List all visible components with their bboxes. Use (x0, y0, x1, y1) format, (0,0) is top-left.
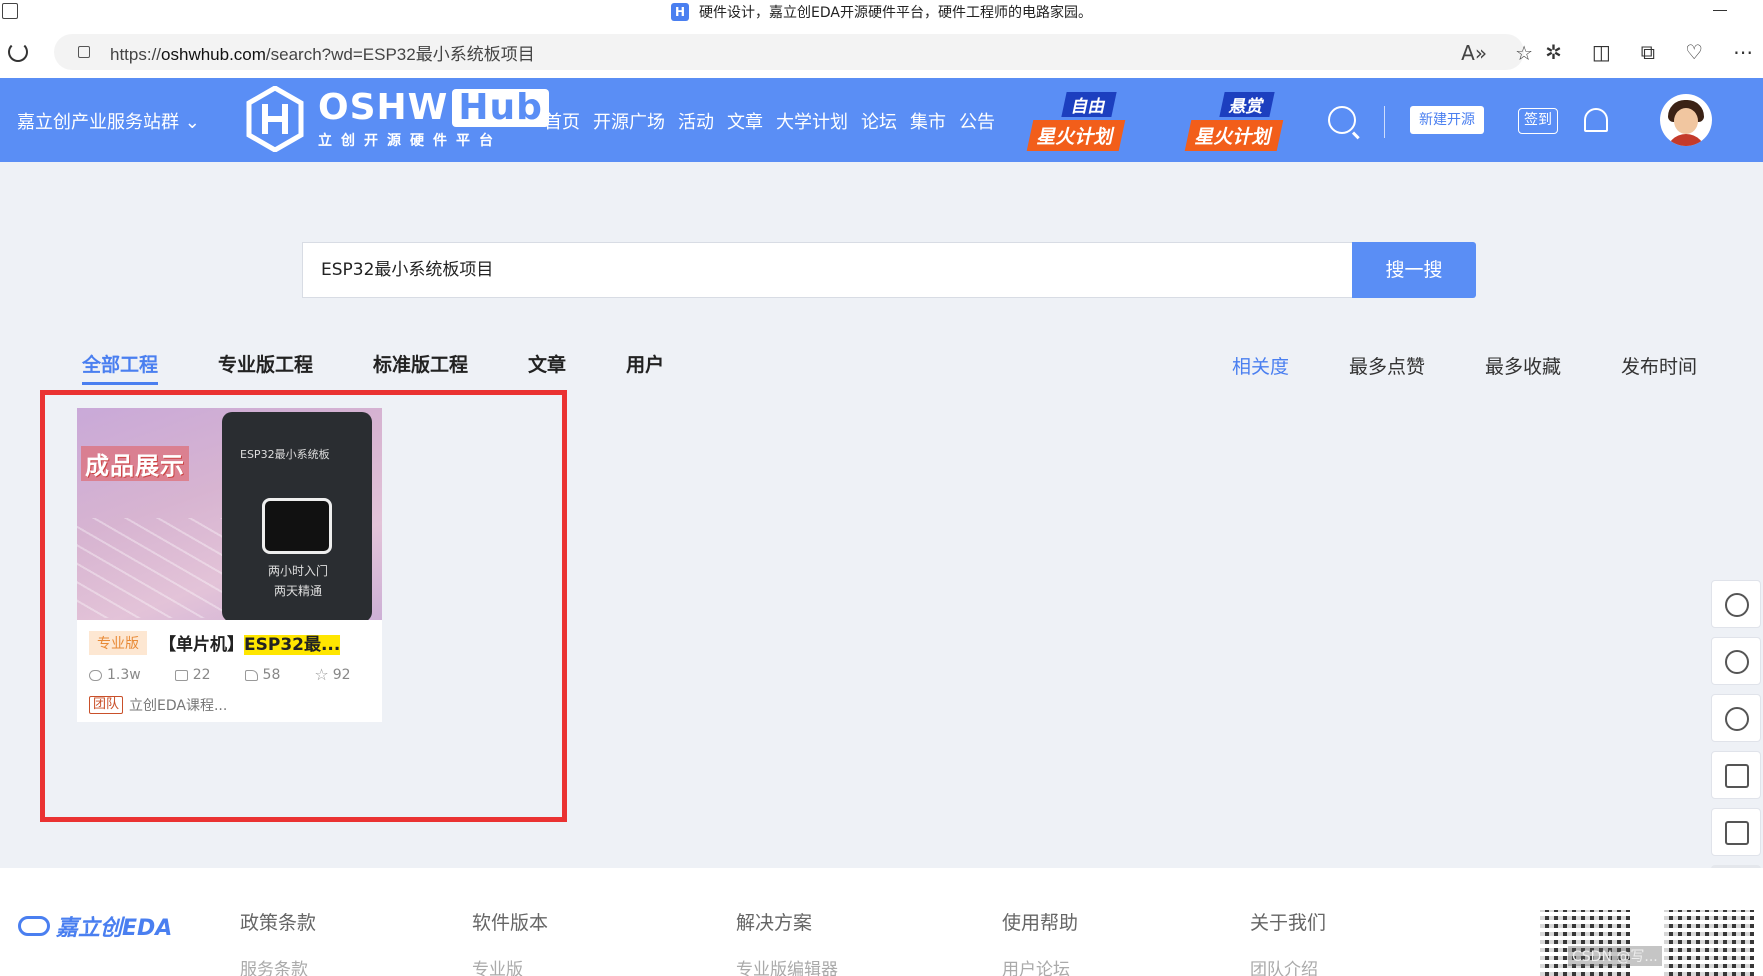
edit-icon (1725, 821, 1749, 845)
result-type-tabs: 全部工程 专业版工程 标准版工程 文章 用户 (82, 350, 724, 385)
chat-tool-button[interactable] (1711, 694, 1761, 742)
tab-pro-projects[interactable]: 专业版工程 (218, 350, 313, 385)
tab-actions-icon[interactable] (2, 3, 18, 19)
split-screen-icon[interactable]: ◫ (1592, 40, 1611, 64)
qr-code-icon (1540, 910, 1630, 976)
nav-activities[interactable]: 活动 (678, 108, 714, 134)
reload-icon[interactable] (8, 42, 28, 62)
sort-most-favorites[interactable]: 最多收藏 (1485, 352, 1561, 379)
thumbnail-banner: 成品展示 (81, 446, 189, 481)
qr-code-icon (1664, 910, 1754, 976)
window-title: 硬件设计，嘉立创EDA开源硬件平台，硬件工程师的电路家园。 (699, 5, 1092, 21)
browser-titlebar: H 硬件设计，嘉立创EDA开源硬件平台，硬件工程师的电路家园。 (0, 0, 1763, 24)
thumbs-up-icon (244, 669, 258, 681)
header-divider (1384, 106, 1385, 138)
search-input[interactable]: ESP32最小系统板项目 (302, 242, 1352, 298)
comment-count: 22 (192, 667, 211, 683)
tab-users[interactable]: 用户 (626, 350, 664, 385)
view-count: 1.3w (107, 667, 141, 683)
tab-std-projects[interactable]: 标准版工程 (373, 350, 468, 385)
site-logo[interactable]: OSHW Hub 立创开源硬件平台 (246, 85, 549, 153)
promo-free-spark[interactable]: 自由 星火计划 (1026, 92, 1134, 151)
badge-check-icon (1725, 764, 1749, 788)
nav-market[interactable]: 集市 (910, 108, 946, 134)
verify-tool-button[interactable] (1711, 751, 1761, 799)
chat-bubble-icon (1725, 707, 1749, 731)
site-footer: 嘉立创EDA 政策条款 服务条款 软件版本 专业版 解决方案 专业版编辑器 使用… (0, 868, 1763, 976)
nav-forum[interactable]: 论坛 (861, 108, 897, 134)
sign-in-button[interactable]: 签到 (1518, 108, 1558, 134)
refresh-icon (1725, 593, 1749, 617)
like-count: 58 (262, 667, 281, 683)
more-icon[interactable]: ⋯ (1733, 40, 1753, 64)
sort-relevance[interactable]: 相关度 (1232, 352, 1289, 379)
footer-col-help: 使用帮助 用户论坛 (1002, 912, 1079, 976)
lock-icon[interactable] (78, 46, 90, 58)
tv-screen-icon (262, 498, 332, 554)
address-bar[interactable]: https://oshwhub.com/search?wd=ESP32最小系统板… (54, 34, 1524, 70)
hex-logo-icon (246, 85, 304, 153)
watermark: CSDN @写... (1568, 946, 1662, 966)
team-badge: 团队 (89, 696, 124, 714)
comment-icon (174, 669, 188, 681)
owner-name[interactable]: 立创EDA课程... (129, 695, 227, 715)
chevron-down-icon: ⌄ (184, 112, 200, 133)
support-tool-button[interactable] (1711, 637, 1761, 685)
refresh-tool-button[interactable] (1711, 580, 1761, 628)
avatar[interactable] (1660, 94, 1712, 146)
eye-icon (89, 669, 102, 681)
favorite-star-icon[interactable]: ☆ (1515, 41, 1533, 65)
cloud-logo-icon (18, 916, 50, 936)
main-nav: 首页 开源广场 活动 文章 大学计划 论坛 集市 公告 (544, 108, 1008, 134)
footer-logo[interactable]: 嘉立创EDA (18, 910, 172, 942)
url-text[interactable]: https://oshwhub.com/search?wd=ESP32最小系统板… (110, 40, 535, 65)
project-title[interactable]: 【单片机】ESP32最... (159, 630, 359, 655)
footer-col-solutions: 解决方案 专业版编辑器 (736, 912, 838, 976)
edit-tool-button[interactable] (1711, 808, 1761, 856)
star-icon: ☆ (314, 665, 329, 684)
nav-open-square[interactable]: 开源广场 (593, 108, 665, 134)
project-card[interactable]: ESP32最小系统板 两小时入门 两天精通 成品展示 专业版 【单片机】ESP3… (77, 408, 382, 722)
browser-essentials-icon[interactable]: ♡ (1685, 40, 1703, 64)
sort-options: 相关度 最多点赞 最多收藏 发布时间 (1172, 352, 1697, 379)
site-favicon-icon: H (671, 3, 690, 21)
nav-home[interactable]: 首页 (544, 108, 580, 134)
search-button[interactable]: 搜一搜 (1352, 242, 1476, 298)
project-stats: 1.3w 22 58 ☆ 92 (77, 655, 382, 683)
footer-col-policy: 政策条款 服务条款 (240, 912, 317, 976)
service-sites-dropdown[interactable]: 嘉立创产业服务站群 ⌄ (17, 108, 200, 134)
read-aloud-icon[interactable]: A» (1461, 41, 1487, 65)
nav-university[interactable]: 大学计划 (776, 108, 848, 134)
search-icon[interactable] (1328, 106, 1356, 134)
collections-icon[interactable]: ⧉ (1641, 40, 1655, 64)
extensions-icon[interactable]: ✲ (1545, 40, 1562, 64)
tab-all-projects[interactable]: 全部工程 (82, 350, 159, 385)
minimize-icon[interactable] (1713, 10, 1727, 11)
nav-announcements[interactable]: 公告 (959, 108, 995, 134)
sort-publish-time[interactable]: 发布时间 (1621, 352, 1697, 379)
nav-articles[interactable]: 文章 (727, 108, 763, 134)
board-image: ESP32最小系统板 两小时入门 两天精通 (222, 412, 372, 620)
headset-icon (1725, 650, 1749, 674)
footer-col-software: 软件版本 专业版 (472, 912, 549, 976)
pro-badge: 专业版 (89, 630, 147, 655)
new-project-button[interactable]: 新建开源 (1410, 106, 1484, 134)
project-thumbnail[interactable]: ESP32最小系统板 两小时入门 两天精通 成品展示 (77, 408, 382, 620)
favorite-count: 92 (332, 667, 351, 683)
site-header: 嘉立创产业服务站群 ⌄ OSHW Hub 立创开源硬件平台 首页 开源广场 活动 … (0, 78, 1763, 162)
sort-most-likes[interactable]: 最多点赞 (1349, 352, 1425, 379)
promo-bounty-spark[interactable]: 悬赏 星火计划 (1184, 92, 1292, 151)
tab-articles[interactable]: 文章 (528, 350, 566, 385)
bell-icon[interactable] (1584, 108, 1608, 132)
browser-toolbar: https://oshwhub.com/search?wd=ESP32最小系统板… (0, 24, 1763, 78)
footer-col-about: 关于我们 团队介绍 (1250, 912, 1327, 976)
